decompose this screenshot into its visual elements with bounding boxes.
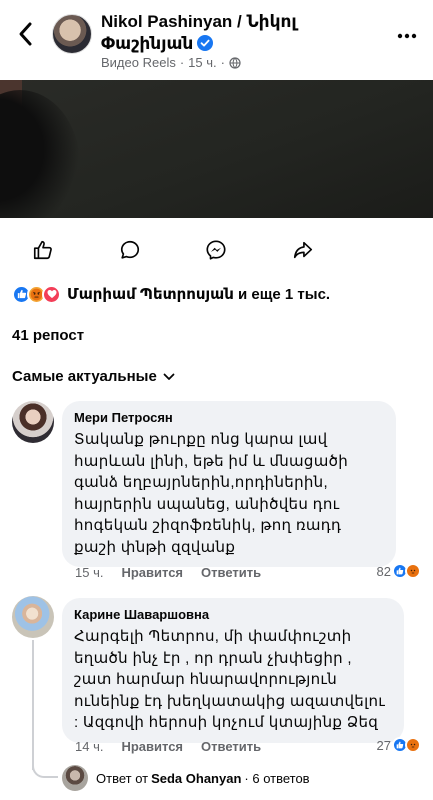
reply-thread-connector <box>32 760 58 778</box>
comment-reaction-number: 82 <box>376 563 391 579</box>
share-button[interactable] <box>260 226 347 274</box>
comment-like-button[interactable]: Нравится <box>121 565 183 580</box>
comment-reply-button[interactable]: Ответить <box>201 739 261 754</box>
post-meta: Видео Reels · 15 ч. · <box>101 55 241 70</box>
comment-text: Հարգելի Պետրոս, մի փամփուշտի եղածն ինչ է… <box>74 628 386 731</box>
comment-avatar[interactable] <box>12 596 54 638</box>
comment-author[interactable]: Карине Шаваршовна <box>74 606 392 624</box>
video-frame-shadow <box>0 90 80 218</box>
comment-reaction-number: 27 <box>376 737 391 753</box>
comment-time[interactable]: 14 ч. <box>75 739 103 754</box>
comment-button[interactable] <box>87 226 174 274</box>
verified-badge-icon <box>197 35 214 51</box>
more-horizontal-icon <box>397 33 417 39</box>
share-arrow-icon <box>294 241 313 259</box>
messenger-icon <box>206 240 227 260</box>
back-button[interactable] <box>14 20 38 48</box>
meta-separator: · <box>179 55 185 70</box>
comment-like-button[interactable]: Нравится <box>121 739 183 754</box>
comment-reply-button[interactable]: Ответить <box>201 565 261 580</box>
reactions-summary-text[interactable]: Մարիամ Պետրոսյան и еще 1 тыс. <box>67 285 330 303</box>
like-button[interactable] <box>0 226 87 274</box>
comment-footer: 14 ч. Нравится Ответить <box>75 739 279 754</box>
post-actions-bar <box>0 226 433 274</box>
reply-thread-line <box>32 640 34 770</box>
replies-count: · 6 ответов <box>244 770 310 786</box>
reactions-summary[interactable]: Մարիամ Պետրոսյան и еще 1 тыс. <box>12 282 330 306</box>
reposts-count[interactable]: 41 репост <box>12 327 84 344</box>
reaction-icons <box>12 284 61 304</box>
more-options-button[interactable] <box>397 26 417 44</box>
comment-time[interactable]: 15 ч. <box>75 565 103 580</box>
comment-reaction-count[interactable]: 82 <box>377 563 421 579</box>
view-replies-link[interactable]: Ответ от Seda Ohanyan · 6 ответов <box>62 765 310 791</box>
comment-author[interactable]: Мери Петросян <box>74 409 384 427</box>
love-reaction-icon <box>42 284 61 304</box>
comment-icon <box>120 240 139 259</box>
comments-sort-dropdown[interactable]: Самые актуальные <box>12 368 175 385</box>
chevron-left-icon <box>19 22 32 46</box>
post-type: Видео Reels <box>101 55 176 70</box>
thumbs-up-icon <box>34 240 53 260</box>
comment-text: Տականք թուրքը ոնց կարա լավ հարևան լինի, … <box>74 431 349 556</box>
replies-prefix: Ответ от <box>96 770 149 786</box>
comment-reaction-count[interactable]: 27 <box>377 737 421 753</box>
sort-label: Самые актуальные <box>12 368 157 385</box>
comment-bubble: Мери Петросян Տականք թուրքը ոնց կարա լավ… <box>62 401 396 567</box>
reply-author-name: Seda Ohanyan <box>151 770 242 786</box>
angry-reaction-icon <box>405 563 421 579</box>
reply-author-avatar <box>62 765 88 791</box>
chevron-down-icon <box>163 373 175 380</box>
post-time[interactable]: 15 ч. <box>188 55 216 70</box>
post-header: Nikol Pashinyan / Նիկոլ Փաշինյան Видео R… <box>0 0 433 80</box>
globe-icon <box>229 56 241 69</box>
comment-footer: 15 ч. Нравится Ответить <box>75 565 279 580</box>
angry-reaction-icon <box>405 737 421 753</box>
comment-bubble: Карине Шаваршовна Հարգելի Պետրոս, մի փամ… <box>62 598 404 743</box>
messenger-button[interactable] <box>173 226 260 274</box>
reel-video[interactable] <box>0 80 433 218</box>
page-avatar[interactable] <box>52 14 92 54</box>
page-title[interactable]: Nikol Pashinyan / Նիկոլ Փաշինյան <box>101 11 361 55</box>
comment-avatar[interactable] <box>12 401 54 443</box>
meta-separator-2: · <box>220 55 225 70</box>
